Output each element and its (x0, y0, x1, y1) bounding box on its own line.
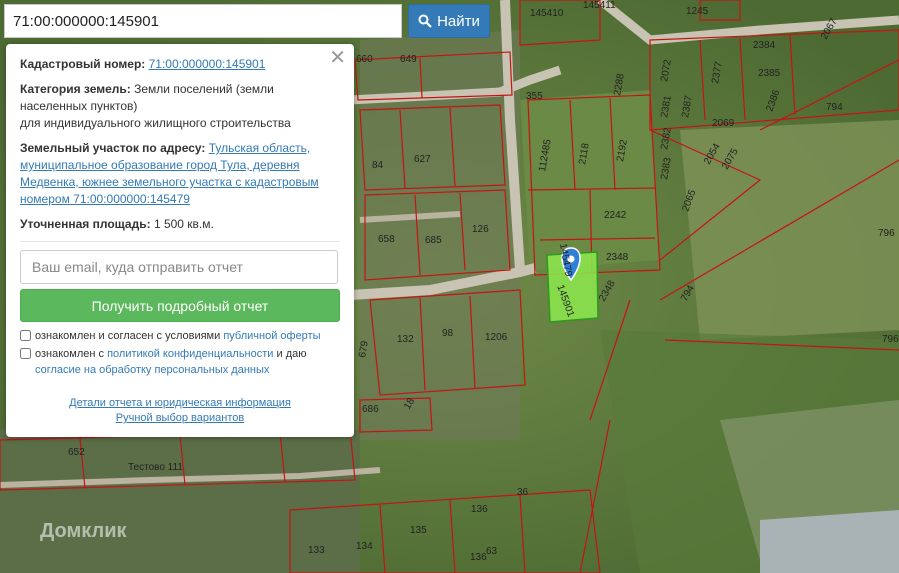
email-field[interactable] (20, 250, 338, 284)
parcel-label: 796 (878, 228, 895, 239)
parcel-label: 135 (410, 525, 427, 536)
category-use: для индивидуального жилищного строительс… (20, 116, 291, 130)
area-label: Уточненная площадь: (20, 217, 151, 231)
parcel-label: 2069 (712, 118, 735, 129)
parcel-label: 685 (425, 235, 442, 246)
parcel-label: 1206 (485, 332, 508, 343)
search-button[interactable]: Найти (408, 4, 490, 38)
parcel-label: 132 (397, 334, 414, 345)
consent-privacy-text2: и даю (276, 348, 307, 360)
public-offer-link[interactable]: публичной оферты (223, 330, 320, 342)
parcel-label: 652 (68, 447, 85, 458)
parcel-label: 2385 (758, 68, 781, 79)
parcel-label: 84 (372, 160, 384, 171)
parcel-label: 796 (882, 334, 899, 345)
parcel-label: 126 (472, 224, 489, 235)
parcel-label: 145411 (583, 0, 616, 11)
consent-privacy: ознакомлен с политикой конфиденциальност… (20, 346, 340, 378)
parcel-label: 658 (378, 234, 395, 245)
parcel-label: 794 (826, 102, 843, 113)
manual-selection-link[interactable]: Ручной выбор вариантов (116, 412, 244, 424)
search-icon (418, 14, 432, 28)
category-label: Категория земель: (20, 82, 131, 96)
offer-checkbox[interactable] (20, 330, 31, 341)
parcel-label: Тестово 111 (128, 462, 183, 473)
privacy-policy-link[interactable]: политикой конфиденциальности (107, 348, 273, 360)
consent-offer-text: ознакомлен и согласен с условиями (35, 330, 221, 342)
parcel-label: 98 (442, 328, 454, 339)
parcel-label: 145410 (530, 8, 564, 19)
parcel-label: 2384 (753, 40, 776, 51)
parcel-label: 1245 (686, 6, 709, 17)
personal-data-consent-link[interactable]: согласие на обработку персональных данны… (35, 364, 269, 376)
parcel-label: 136 (470, 552, 487, 563)
parcel-label: 63 (486, 546, 498, 557)
divider (20, 241, 340, 242)
consent-privacy-text1: ознакомлен с (35, 348, 105, 360)
parcel-label: 660 (356, 54, 373, 65)
parcel-label: 649 (400, 54, 417, 65)
search-input[interactable] (4, 4, 402, 38)
cadastral-label: Кадастровый номер: (20, 57, 146, 71)
parcel-label: 133 (308, 545, 325, 556)
parcel-label: 36 (517, 487, 529, 498)
privacy-checkbox[interactable] (20, 348, 31, 359)
parcel-label: 2348 (606, 252, 629, 263)
get-report-button[interactable]: Получить подробный отчет (20, 289, 340, 322)
cadastral-number-link[interactable]: 71:00:000000:145901 (149, 57, 266, 71)
search-bar: Найти (4, 4, 490, 38)
address-label: Земельный участок по адресу: (20, 141, 206, 155)
parcel-label: 627 (414, 154, 431, 165)
parcel-label: 134 (356, 541, 373, 552)
close-icon[interactable]: ✕ (329, 48, 346, 68)
parcel-label: 686 (362, 404, 379, 415)
consent-offer: ознакомлен и согласен с условиями публич… (20, 328, 340, 344)
details-link[interactable]: Детали отчета и юридическая информация (69, 397, 291, 409)
parcel-label: 136 (471, 504, 488, 515)
search-button-label: Найти (437, 12, 480, 30)
area-value: 1 500 кв.м. (153, 217, 214, 231)
parcel-label: 2242 (604, 210, 627, 221)
parcel-info-panel: ✕ Кадастровый номер: 71:00:000000:145901… (6, 44, 354, 437)
parcel-label: 355 (526, 91, 543, 102)
domclick-watermark: Домклик (40, 520, 127, 542)
